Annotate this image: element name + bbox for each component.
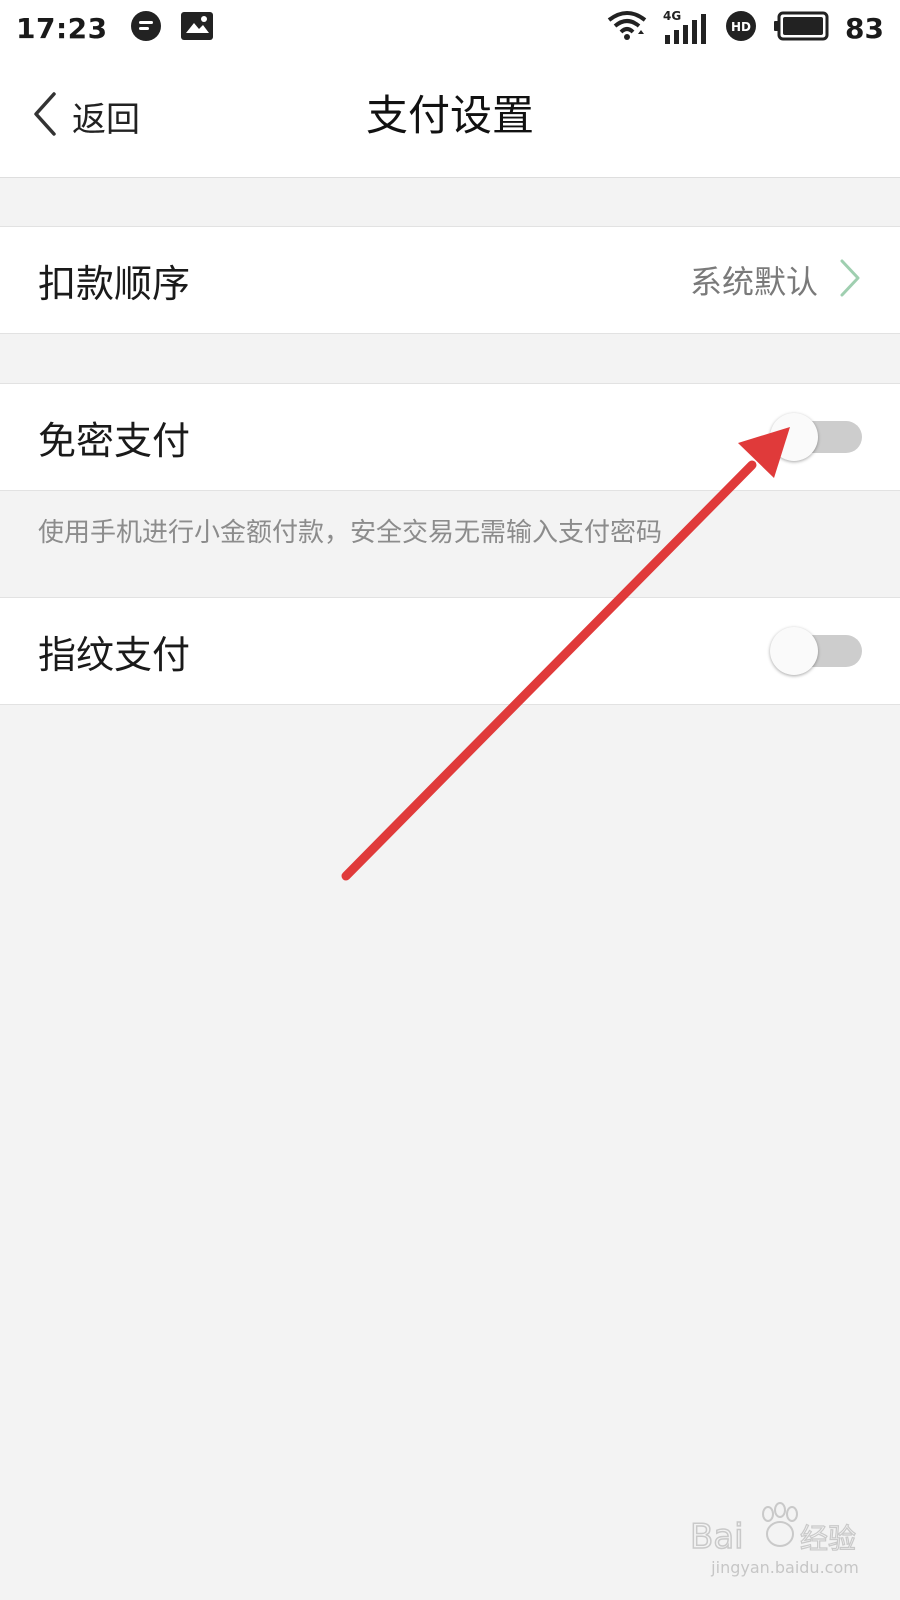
password-free-payment-right [770, 413, 862, 461]
password-free-payment-hint: 使用手机进行小金额付款，安全交易无需输入支付密码 [38, 518, 663, 548]
message-icon [130, 10, 162, 46]
deduction-order-right: 系统默认 [690, 257, 862, 303]
fingerprint-payment-row: 指纹支付 [0, 597, 900, 705]
deduction-order-value: 系统默认 [689, 263, 818, 301]
payment-settings-screen: 17:23 4G HD 83 返回 支付设置 扣款顺序 系统默认 免密支付 使用… [0, 0, 900, 1600]
deduction-order-row[interactable]: 扣款顺序 系统默认 [0, 226, 900, 334]
fingerprint-payment-label: 指纹支付 [38, 632, 191, 677]
chevron-right-icon [838, 257, 862, 303]
status-left-icons [130, 10, 214, 46]
svg-text:HD: HD [731, 20, 751, 34]
deduction-order-label: 扣款顺序 [38, 261, 191, 306]
page-title: 支付设置 [365, 91, 534, 140]
fingerprint-payment-toggle[interactable] [770, 627, 862, 675]
status-bar: 17:23 4G HD 83 [0, 0, 900, 56]
wifi-icon [607, 10, 647, 46]
toggle-knob [770, 413, 818, 461]
status-right-icons: 4G HD 83 [607, 9, 884, 46]
password-free-payment-label: 免密支付 [38, 418, 191, 463]
svg-text:Bai: Bai [690, 1517, 744, 1557]
password-free-payment-toggle[interactable] [770, 413, 862, 461]
baidu-jingyan-logo-icon: Bai 经验 [689, 1502, 857, 1558]
nav-header: 返回 支付设置 [0, 56, 900, 178]
toggle-knob [770, 627, 818, 675]
svg-text:经验: 经验 [800, 1522, 856, 1555]
battery-level: 83 [845, 11, 884, 45]
battery-icon [773, 11, 829, 45]
signal-icon: 4G [663, 9, 709, 45]
baidu-watermark: Bai 经验 jingyan.baidu.com [689, 1500, 880, 1590]
status-time: 17:23 [16, 11, 108, 45]
image-icon [180, 11, 214, 45]
password-free-payment-row: 免密支付 [0, 383, 900, 491]
fingerprint-payment-right [770, 627, 862, 675]
hd-icon: HD [725, 10, 757, 46]
watermark-url: jingyan.baidu.com [711, 1558, 859, 1577]
